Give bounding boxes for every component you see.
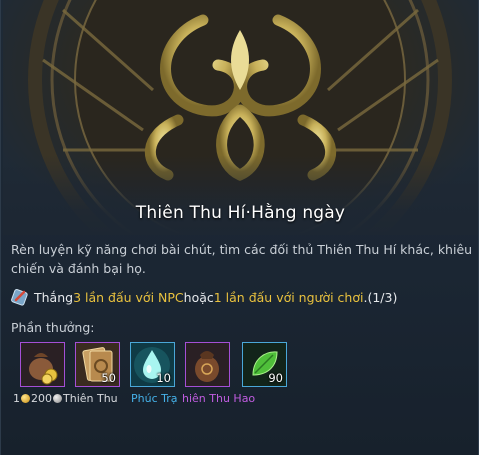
reward-count: 10 [156,371,171,385]
reward-slot-treasure-pouch[interactable] [185,342,230,387]
reward-caption-card-pack: Thiên Thu [63,392,118,405]
quest-objective: Thắng 3 lần đấu với NPC hoặc 1 lần đấu v… [11,287,397,307]
rewards-label: Phần thưởng: [11,320,95,335]
reward-slot-jade-leaf[interactable]: 90 [242,342,287,387]
reward-count: 50 [101,371,116,385]
quest-title: Thiên Thu Hí·Hằng ngày [135,203,346,223]
reward-slot-coin-bag[interactable] [20,342,65,387]
quest-banner-image [3,0,478,235]
gold-coin-icon [21,394,30,403]
quest-description: Rèn luyện kỹ năng chơi bài chút, tìm các… [11,242,473,276]
objective-prefix: Thắng [34,289,74,305]
reward-caption-water-drop: Phúc Trạ [131,392,178,405]
reward-caption-amount: 200 [31,392,52,405]
reward-slot-water-drop[interactable]: 10 [130,342,175,387]
quest-tooltip: Thiên Thu Hí·Hằng ngày Rèn luyện kỹ năng… [0,0,479,455]
reward-caption-quantity: 1 [13,392,20,405]
objective-npc-wins: 3 lần đấu với NPC [73,289,184,305]
reward-slot-card-pack[interactable]: 50 [75,342,120,387]
coin-bag-icon [21,343,64,386]
objective-middle: hoặc [183,289,214,305]
treasure-pouch-icon [186,343,229,386]
reward-caption-pouch: hiên Thu Hao [182,392,256,405]
reward-caption-coins: 1 200 Thiên Thu [13,392,118,405]
quest-scroll-icon [11,289,28,306]
silver-coin-icon [53,394,62,403]
reward-count: 90 [268,371,283,385]
objective-progress: .(1/3) [363,289,398,305]
objective-player-wins: 1 lần đấu với người chơi [213,289,364,305]
